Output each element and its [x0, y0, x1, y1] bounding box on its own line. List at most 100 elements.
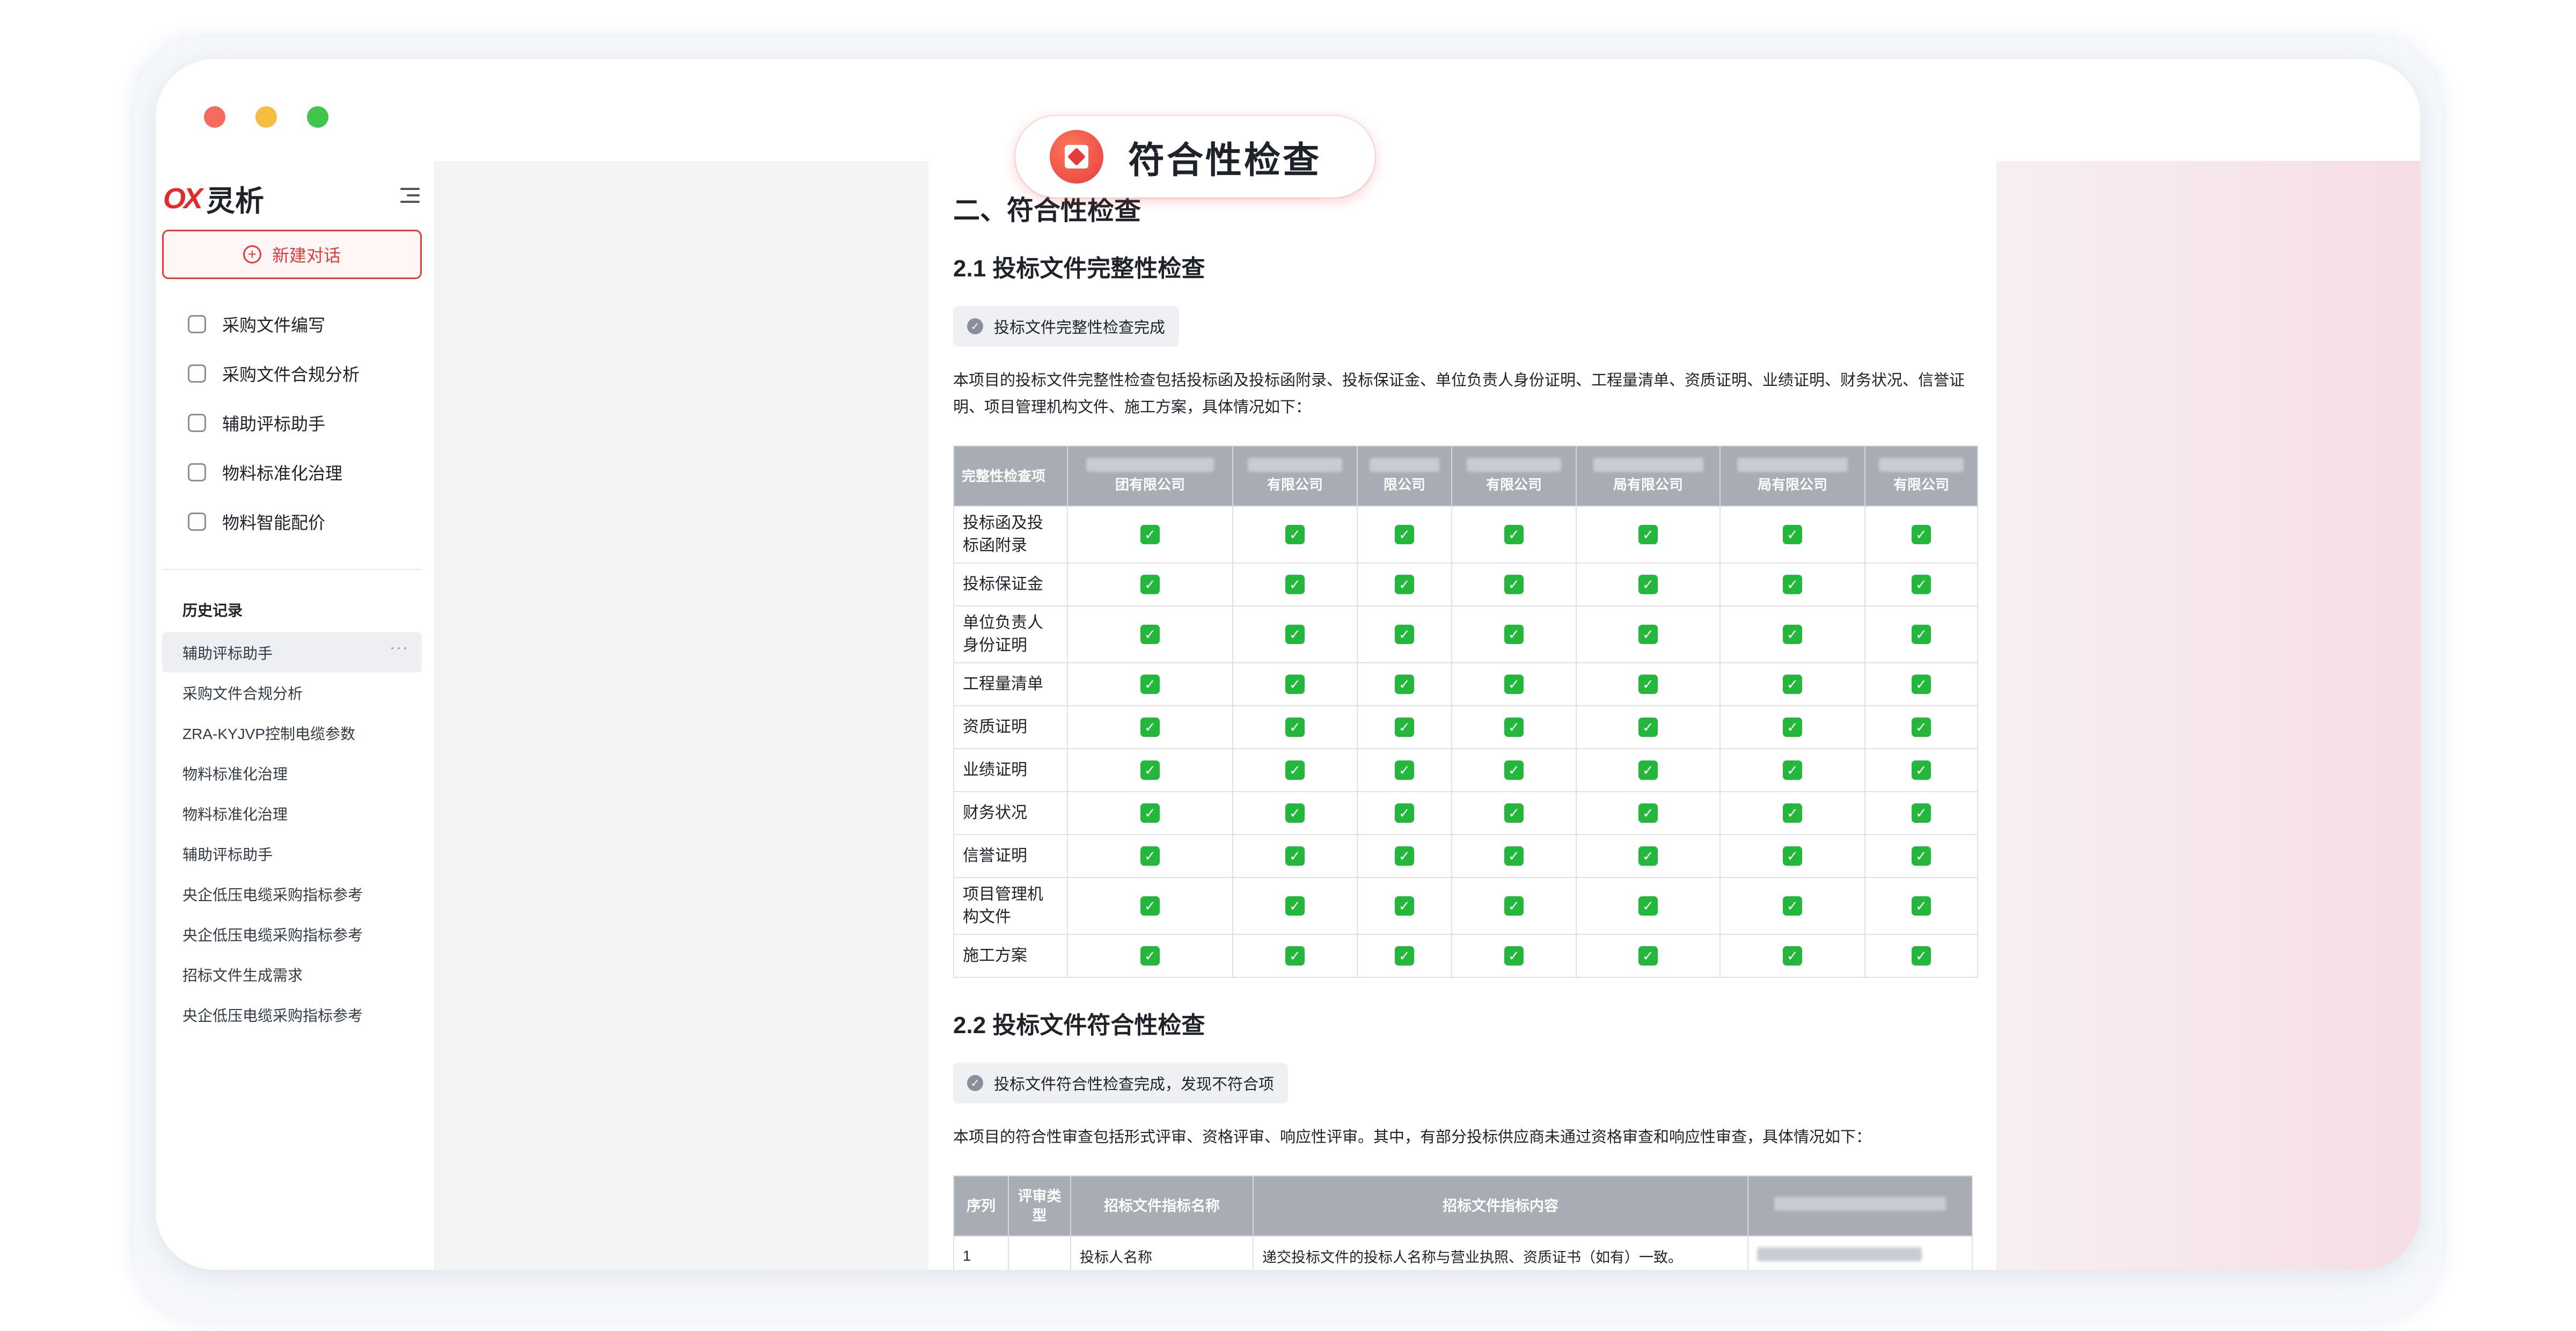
table-header-cell: 序列 — [953, 1175, 1009, 1237]
check-mark-icon: ✓ — [1285, 625, 1305, 644]
history-list: 辅助评标助手 ··· 采购文件合规分析 ZRA-KYJVP控制电缆参数 物料标准… — [162, 632, 422, 1035]
table-cell-item: 资质证明 — [953, 705, 1068, 749]
check-mark-icon: ✓ — [1912, 675, 1931, 694]
table-cell-item: 业绩证明 — [953, 748, 1068, 792]
history-title: 历史记录 — [182, 602, 243, 619]
history-item[interactable]: 辅助评标助手 ··· — [162, 632, 422, 672]
minimize-window-button[interactable] — [255, 106, 277, 128]
table-cell-check: ✓ — [1067, 748, 1233, 792]
check-mark-icon: ✓ — [1783, 525, 1802, 544]
check-mark-icon: ✓ — [1504, 718, 1524, 737]
check-mark-icon: ✓ — [1638, 625, 1658, 644]
list-sort-icon — [188, 463, 206, 481]
table-cell-check: ✓ — [1357, 562, 1452, 606]
history-item-label: 央企低压电缆采购指标参考 — [182, 926, 363, 944]
history-item[interactable]: 央企低压电缆采购指标参考 — [162, 914, 422, 954]
stamp-icon — [188, 315, 206, 333]
table-cell-check: ✓ — [1067, 834, 1233, 878]
new-chat-button[interactable]: + 新建对话 — [162, 230, 422, 279]
check-mark-icon: ✓ — [1783, 846, 1802, 866]
table-cell-check: ✓ — [1864, 605, 1978, 663]
table-cell-check: ✓ — [1576, 791, 1721, 835]
sidebar-item-bid-evaluation[interactable]: 辅助评标助手 — [162, 398, 422, 448]
history-item[interactable]: 物料标准化治理 — [162, 753, 422, 793]
history-item[interactable]: 物料标准化治理 — [162, 793, 422, 833]
status-badge: ✓ 投标文件符合性检查完成，发现不符合项 — [953, 1063, 1289, 1103]
check-mark-icon: ✓ — [1504, 575, 1524, 594]
collapse-sidebar-icon[interactable] — [400, 188, 420, 204]
table-cell-check: ✓ — [1719, 834, 1865, 878]
tag-icon — [188, 414, 206, 432]
check-mark-icon: ✓ — [1395, 625, 1414, 644]
table-cell-check: ✓ — [1357, 605, 1452, 663]
table-cell-check: ✓ — [1576, 877, 1721, 935]
table-cell-check: ✓ — [1067, 605, 1233, 663]
maximize-window-button[interactable] — [307, 106, 328, 128]
history-item[interactable]: 辅助评标助手 — [162, 833, 422, 874]
app-logo-icon — [1050, 130, 1103, 184]
table-cell-check: ✓ — [1864, 562, 1978, 606]
table-row: 财务状况 ✓ ✓ ✓ ✓ ✓ ✓ ✓ — [953, 791, 1978, 835]
check-mark-icon: ✓ — [1783, 803, 1802, 823]
table-row: 施工方案 ✓ ✓ ✓ ✓ ✓ ✓ ✓ — [953, 934, 1978, 978]
history-item-label: 央企低压电缆采购指标参考 — [182, 886, 363, 903]
check-mark-icon: ✓ — [1140, 803, 1160, 823]
check-mark-icon: ✓ — [1912, 760, 1931, 780]
sidebar-item-label: 辅助评标助手 — [222, 414, 326, 434]
table-cell-item: 项目管理机构文件 — [953, 877, 1068, 935]
check-mark-icon: ✓ — [1395, 718, 1414, 737]
table-cell: 1 — [953, 1235, 1009, 1270]
check-mark-icon: ✓ — [1285, 760, 1305, 780]
table-cell-item: 投标函及投标函附录 — [953, 506, 1068, 564]
table-header-cell: 完整性检查项 — [953, 445, 1068, 507]
check-mark-icon: ✓ — [1504, 760, 1524, 780]
close-window-button[interactable] — [204, 106, 225, 128]
check-mark-icon: ✓ — [1638, 803, 1658, 823]
check-mark-icon: ✓ — [1638, 760, 1658, 780]
table-header-row: 序列 评审类型 招标文件指标名称 招标文件指标内容 — [953, 1175, 1973, 1237]
more-options-icon[interactable]: ··· — [390, 639, 409, 657]
history-item[interactable]: 招标文件生成需求 — [162, 954, 422, 994]
history-item[interactable]: 央企低压电缆采购指标参考 — [162, 994, 422, 1035]
history-item[interactable]: 央企低压电缆采购指标参考 — [162, 874, 422, 914]
window-title-pill: 符合性检查 — [1015, 116, 1375, 198]
check-mark-icon: ✓ — [1285, 575, 1305, 594]
table-cell-check: ✓ — [1864, 834, 1978, 878]
check-mark-icon: ✓ — [1395, 525, 1414, 544]
table-cell-check: ✓ — [1067, 934, 1233, 978]
sidebar-item-procurement-writing[interactable]: 采购文件编写 — [162, 299, 422, 349]
table-cell-check: ✓ — [1451, 506, 1577, 564]
table-cell-check: ✓ — [1719, 562, 1865, 606]
plus-circle-icon: + — [243, 245, 261, 264]
window-controls — [204, 106, 328, 128]
check-mark-icon: ✓ — [1783, 946, 1802, 966]
history-item[interactable]: 采购文件合规分析 — [162, 672, 422, 713]
table-row: 项目管理机构文件 ✓ ✓ ✓ ✓ ✓ ✓ ✓ — [953, 877, 1978, 935]
check-mark-icon: ✓ — [1504, 625, 1524, 644]
check-mark-icon: ✓ — [1912, 525, 1931, 544]
table-cell-check: ✓ — [1232, 877, 1358, 935]
table-cell-check: ✓ — [1864, 506, 1978, 564]
table-cell-check: ✓ — [1451, 877, 1577, 935]
check-mark-icon: ✓ — [1285, 946, 1305, 966]
table-cell-item: 信誉证明 — [953, 834, 1068, 878]
sidebar: OX 灵析 + 新建对话 采购文件编写 采购文件合规分析 辅助评标助手 物料标准… — [156, 161, 435, 1270]
table-cell-check: ✓ — [1357, 705, 1452, 749]
table-cell: 投标人名称 — [1070, 1235, 1254, 1270]
sidebar-divider — [162, 569, 422, 570]
table-cell-check: ✓ — [1576, 705, 1721, 749]
table-cell-check: ✓ — [1451, 748, 1577, 792]
history-item-label: 采购文件合规分析 — [182, 685, 303, 702]
table-cell-check: ✓ — [1357, 877, 1452, 935]
history-item[interactable]: ZRA-KYJVP控制电缆参数 — [162, 713, 422, 753]
table-cell-check: ✓ — [1067, 662, 1233, 706]
table-cell-check: ✓ — [1451, 605, 1577, 663]
sidebar-item-material-standardization[interactable]: 物料标准化治理 — [162, 448, 422, 497]
table-cell-check: ✓ — [1719, 705, 1865, 749]
table-row: 投标保证金 ✓ ✓ ✓ ✓ ✓ ✓ ✓ — [953, 562, 1978, 606]
table-cell-check: ✓ — [1576, 506, 1721, 564]
sidebar-item-smart-pricing[interactable]: 物料智能配价 — [162, 497, 422, 546]
check-mark-icon: ✓ — [1140, 946, 1160, 966]
table-cell-check: ✓ — [1451, 562, 1577, 606]
sidebar-item-compliance-analysis[interactable]: 采购文件合规分析 — [162, 349, 422, 398]
